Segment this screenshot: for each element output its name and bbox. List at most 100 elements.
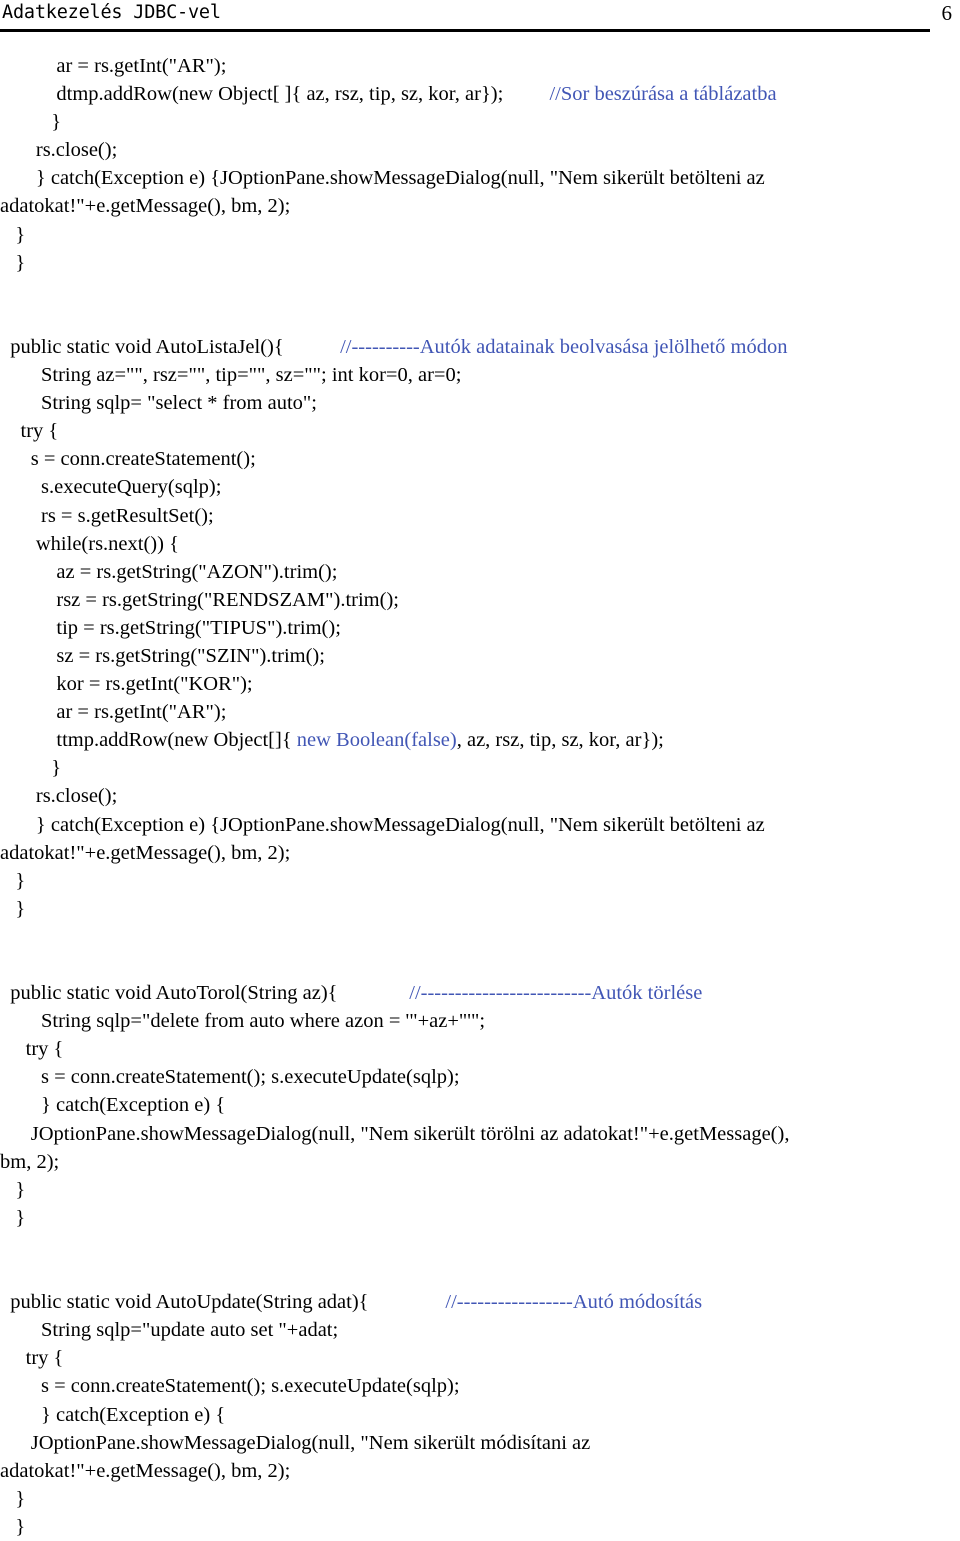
code-line: sz = rs.getString("SZIN").trim(); bbox=[0, 642, 960, 670]
code-line: adatokat!"+e.getMessage(), bm, 2); bbox=[0, 1457, 960, 1485]
code-text: String az="", rsz="", tip="", sz=""; int… bbox=[41, 364, 462, 387]
code-line: ttmp.addRow(new Object[]{ new Boolean(fa… bbox=[0, 726, 960, 754]
code-text: adatokat!"+e.getMessage(), bm, 2); bbox=[0, 841, 291, 864]
code-text: } bbox=[15, 1487, 26, 1510]
code-text: public static void AutoTorol(String az){ bbox=[10, 982, 338, 1005]
code-line: s.executeQuery(sqlp); bbox=[0, 473, 960, 501]
code-text: } bbox=[15, 869, 26, 892]
code-line: try { bbox=[0, 1344, 960, 1372]
code-text: , az, rsz, tip, sz, kor, ar}); bbox=[456, 729, 664, 752]
code-line: } bbox=[0, 1176, 960, 1204]
code-line: String az="", rsz="", tip="", sz=""; int… bbox=[0, 361, 960, 389]
code-line: ar = rs.getInt("AR"); bbox=[0, 52, 960, 80]
page-number: 6 bbox=[941, 1, 953, 25]
code-line: while(rs.next()) { bbox=[0, 530, 960, 558]
code-line: String sqlp= "select * from auto"; bbox=[0, 389, 960, 417]
code-text: kor = rs.getInt("KOR"); bbox=[56, 673, 253, 696]
code-text: } catch(Exception e) {JOptionPane.showMe… bbox=[35, 813, 765, 836]
code-text: } catch(Exception e) { bbox=[41, 1094, 226, 1117]
code-line: rs = s.getResultSet(); bbox=[0, 502, 960, 530]
code-text: } catch(Exception e) {JOptionPane.showMe… bbox=[35, 167, 765, 190]
code-text: String sqlp= "select * from auto"; bbox=[41, 392, 317, 415]
code-line: public static void AutoTorol(String az){… bbox=[0, 979, 960, 1007]
code-text: rs = s.getResultSet(); bbox=[41, 504, 214, 527]
code-line: } bbox=[0, 249, 960, 277]
code-line: String sqlp="update auto set "+adat; bbox=[0, 1316, 960, 1344]
code-line: } bbox=[0, 867, 960, 895]
header-title: Adatkezelés JDBC-vel bbox=[2, 2, 221, 23]
code-comment: //-------------------------Autók törlése bbox=[409, 982, 703, 1005]
code-line: String sqlp="delete from auto where azon… bbox=[0, 1007, 960, 1035]
page-header: Adatkezelés JDBC-vel 6 bbox=[0, 0, 960, 40]
code-line: s = conn.createStatement(); s.executeUpd… bbox=[0, 1063, 960, 1091]
code-text: rs.close(); bbox=[35, 785, 118, 808]
code-line: JOptionPane.showMessageDialog(null, "Nem… bbox=[0, 1429, 960, 1457]
code-text: rsz = rs.getString("RENDSZAM").trim(); bbox=[56, 588, 399, 611]
code-line: } catch(Exception e) {JOptionPane.showMe… bbox=[0, 811, 960, 839]
code-text: s = conn.createStatement(); s.executeUpd… bbox=[41, 1375, 460, 1398]
code-text: ar = rs.getInt("AR"); bbox=[56, 55, 227, 77]
code-highlight: new Boolean(false) bbox=[296, 729, 457, 752]
code-text: bm, 2); bbox=[0, 1150, 60, 1173]
code-text: try { bbox=[25, 1038, 64, 1061]
code-line: } bbox=[0, 895, 960, 923]
code-line: try { bbox=[0, 417, 960, 445]
code-line: kor = rs.getInt("KOR"); bbox=[0, 670, 960, 698]
code-text: String sqlp="delete from auto where azon… bbox=[41, 1010, 486, 1033]
code-text: az = rs.getString("AZON").trim(); bbox=[56, 560, 338, 583]
code-text: public static void AutoUpdate(String ada… bbox=[10, 1291, 369, 1314]
code-line: rs.close(); bbox=[0, 136, 960, 164]
code-text: } bbox=[51, 111, 62, 134]
code-listing: ar = rs.getInt("AR"); dtmp.addRow(new Ob… bbox=[0, 52, 960, 1541]
code-line: tip = rs.getString("TIPUS").trim(); bbox=[0, 614, 960, 642]
code-text: } bbox=[15, 1206, 26, 1229]
code-text: ttmp.addRow(new Object[]{ bbox=[56, 729, 297, 752]
code-text: public static void AutoListaJel(){ bbox=[10, 335, 284, 358]
code-text: adatokat!"+e.getMessage(), bm, 2); bbox=[0, 195, 291, 218]
code-line: ar = rs.getInt("AR"); bbox=[0, 698, 960, 726]
code-line: } bbox=[0, 1204, 960, 1232]
code-text: s.executeQuery(sqlp); bbox=[41, 476, 222, 499]
code-line: } bbox=[0, 108, 960, 136]
code-line: az = rs.getString("AZON").trim(); bbox=[0, 558, 960, 586]
header-rule-divider bbox=[0, 29, 930, 32]
code-text: } bbox=[15, 223, 26, 246]
code-line: adatokat!"+e.getMessage(), bm, 2); bbox=[0, 839, 960, 867]
code-text: dtmp.addRow(new Object[ ]{ az, rsz, tip,… bbox=[56, 83, 504, 106]
code-text: } bbox=[15, 897, 26, 920]
code-line: } bbox=[0, 1513, 960, 1541]
code-text: tip = rs.getString("TIPUS").trim(); bbox=[56, 616, 341, 639]
code-line: } bbox=[0, 1485, 960, 1513]
code-text: s = conn.createStatement(); s.executeUpd… bbox=[41, 1066, 460, 1089]
code-line: } catch(Exception e) { bbox=[0, 1091, 960, 1119]
code-text: try { bbox=[25, 1347, 64, 1370]
code-line: s = conn.createStatement(); bbox=[0, 445, 960, 473]
code-line: public static void AutoUpdate(String ada… bbox=[0, 1288, 960, 1316]
code-text: s = conn.createStatement(); bbox=[30, 448, 256, 471]
code-line: } catch(Exception e) {JOptionPane.showMe… bbox=[0, 164, 960, 192]
code-text: } bbox=[15, 251, 26, 274]
code-line: rs.close(); bbox=[0, 782, 960, 810]
code-text: } bbox=[15, 1515, 26, 1538]
code-text: try { bbox=[20, 420, 59, 443]
code-text: } bbox=[15, 1178, 26, 1201]
code-text: } bbox=[51, 757, 62, 780]
code-comment: //-----------------Autó módosítás bbox=[445, 1291, 703, 1314]
code-text: adatokat!"+e.getMessage(), bm, 2); bbox=[0, 1459, 291, 1482]
code-text: rs.close(); bbox=[35, 139, 118, 162]
code-line: adatokat!"+e.getMessage(), bm, 2); bbox=[0, 192, 960, 220]
code-comment: //----------Autók adatainak beolvasása j… bbox=[340, 335, 788, 358]
code-text: String sqlp="update auto set "+adat; bbox=[41, 1319, 339, 1342]
code-line: s = conn.createStatement(); s.executeUpd… bbox=[0, 1372, 960, 1400]
code-text: JOptionPane.showMessageDialog(null, "Nem… bbox=[30, 1122, 790, 1145]
code-line: public static void AutoListaJel(){ //---… bbox=[0, 333, 960, 361]
code-line: } bbox=[0, 221, 960, 249]
code-line: dtmp.addRow(new Object[ ]{ az, rsz, tip,… bbox=[0, 80, 960, 108]
code-text: JOptionPane.showMessageDialog(null, "Nem… bbox=[30, 1431, 591, 1454]
